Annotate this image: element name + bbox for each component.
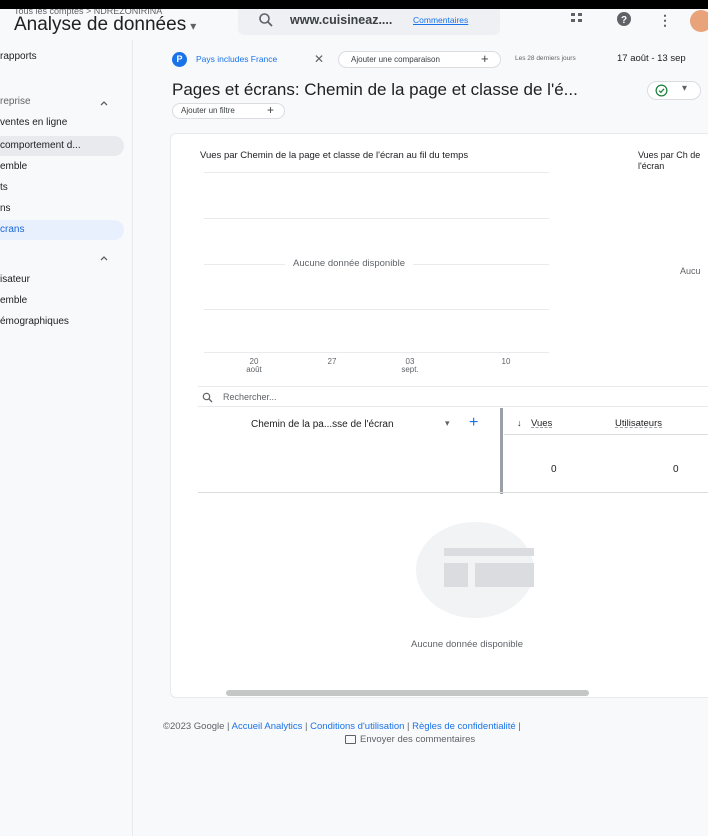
placeholder-block: [475, 563, 534, 587]
help-icon[interactable]: ?: [615, 11, 633, 29]
close-icon[interactable]: ✕: [314, 52, 324, 66]
sidebar-item-ventes[interactable]: ventes en ligne: [0, 113, 128, 133]
add-filter-label: Ajouter un filtre: [181, 106, 235, 115]
search-placeholder: Rechercher...: [223, 392, 277, 402]
footer-link-terms[interactable]: Conditions d'utilisation: [310, 721, 404, 732]
check-circle-icon: [655, 84, 668, 97]
feedback-icon: [345, 734, 356, 744]
add-comparison-button[interactable]: Ajouter une comparaison +: [338, 51, 501, 68]
page-title: Pages et écrans: Chemin de la page et cl…: [172, 80, 578, 99]
app-title-text: Analyse de données: [14, 14, 187, 35]
plus-icon: +: [267, 103, 275, 117]
x-tick-day: 27: [327, 357, 337, 366]
filter-chip-badge: P: [172, 52, 187, 67]
sort-down-icon[interactable]: ↓: [517, 418, 522, 428]
sidebar-item-evenements[interactable]: ts: [0, 178, 128, 198]
footer-link-privacy[interactable]: Règles de confidentialité: [412, 721, 516, 732]
chevron-up-icon[interactable]: [98, 252, 110, 264]
sidebar-item-ensemble[interactable]: emble: [0, 157, 128, 177]
app-title[interactable]: Analyse de données ▾: [14, 14, 196, 36]
chevron-down-icon[interactable]: ▾: [445, 418, 450, 429]
horizontal-scrollbar[interactable]: [226, 690, 589, 696]
chevron-down-icon: ▾: [190, 19, 197, 33]
svg-text:?: ?: [621, 15, 627, 26]
search-site-text: www.cuisineaz....: [290, 13, 393, 27]
footer: ©2023 Google | Accueil Analytics | Condi…: [163, 721, 521, 732]
date-range-picker[interactable]: 17 août - 13 sep: [617, 53, 686, 64]
dimension-header[interactable]: Chemin de la pa...sse de l'écran: [251, 419, 394, 430]
search-bar[interactable]: www.cuisineaz.... Commentaires: [238, 5, 500, 35]
x-tick: 10: [492, 358, 520, 366]
sidebar-item-demographiques[interactable]: émographiques: [0, 312, 128, 332]
sidebar-item-comportement[interactable]: comportement d...: [0, 136, 124, 156]
column-header-users[interactable]: Utilisateurs: [615, 418, 662, 429]
top-black-strip: [0, 0, 708, 9]
x-tick-month: sept.: [401, 365, 419, 374]
footer-separator: |: [515, 721, 521, 732]
users-total: 0: [673, 464, 679, 475]
x-tick: 03 sept.: [396, 358, 424, 374]
more-vert-icon[interactable]: ⋮: [656, 11, 674, 29]
filter-chip-text[interactable]: Pays includes France: [196, 54, 277, 64]
x-tick: 27: [318, 358, 346, 366]
chevron-down-icon: ▾: [682, 83, 688, 94]
search-icon: [259, 13, 273, 27]
chart-gridline: [204, 309, 549, 310]
date-range-label: Les 28 derniers jours: [515, 55, 576, 62]
header-underline: [504, 434, 708, 435]
sidebar-item-ensemble-2[interactable]: emble: [0, 291, 128, 311]
add-filter-button[interactable]: Ajouter un filtre +: [172, 103, 285, 119]
side-chart-no-data: Aucu: [680, 266, 701, 276]
table-search[interactable]: Rechercher...: [198, 386, 708, 407]
footer-link-analytics-home[interactable]: Accueil Analytics: [232, 721, 303, 732]
column-header-views[interactable]: Vues: [531, 418, 552, 429]
search-icon: [202, 392, 213, 403]
sidebar-item-conversions[interactable]: ns: [0, 199, 128, 219]
sidebar-item-pages-ecrans[interactable]: crans: [0, 220, 124, 240]
chart-gridline: [204, 352, 549, 353]
chevron-up-icon[interactable]: [98, 97, 110, 109]
x-tick: 20 août: [240, 358, 268, 374]
x-tick-day: 10: [501, 357, 511, 366]
sidebar-item-rapports[interactable]: rapports: [0, 47, 128, 67]
placeholder-bar: [444, 548, 534, 556]
feedback-link[interactable]: Commentaires: [413, 15, 468, 25]
x-tick-month: août: [246, 365, 262, 374]
analytics-window: Tous les comptes > NDREZONIRINA Analyse …: [0, 0, 708, 836]
column-divider: [500, 408, 503, 494]
side-chart-title: Vues par Ch de l'écran: [638, 150, 701, 171]
chart-title: Vues par Chemin de la page et classe de …: [200, 150, 469, 161]
table-no-data: Aucune donnée disponible: [411, 639, 523, 650]
footer-separator: |: [404, 721, 413, 732]
feedback-label: Envoyer des commentaires: [360, 734, 476, 745]
chart-gridline: [204, 172, 549, 173]
chart-gridline: [204, 218, 549, 219]
apps-grid-icon[interactable]: [568, 11, 586, 29]
avatar[interactable]: [690, 10, 708, 32]
chart-no-data: Aucune donnée disponible: [285, 258, 413, 269]
placeholder-block: [444, 563, 468, 587]
views-total: 0: [551, 464, 557, 475]
report-status-dropdown[interactable]: ▾: [647, 81, 701, 100]
plus-icon: +: [481, 51, 489, 66]
send-feedback-link[interactable]: Envoyer des commentaires: [345, 734, 475, 745]
totals-row-divider: [198, 492, 708, 493]
add-dimension-icon[interactable]: +: [469, 414, 478, 432]
add-comparison-label: Ajouter une comparaison: [351, 55, 440, 64]
footer-copyright: ©2023 Google |: [163, 721, 232, 732]
sidebar-item-utilisateur[interactable]: isateur: [0, 270, 128, 290]
footer-separator: |: [302, 721, 311, 732]
